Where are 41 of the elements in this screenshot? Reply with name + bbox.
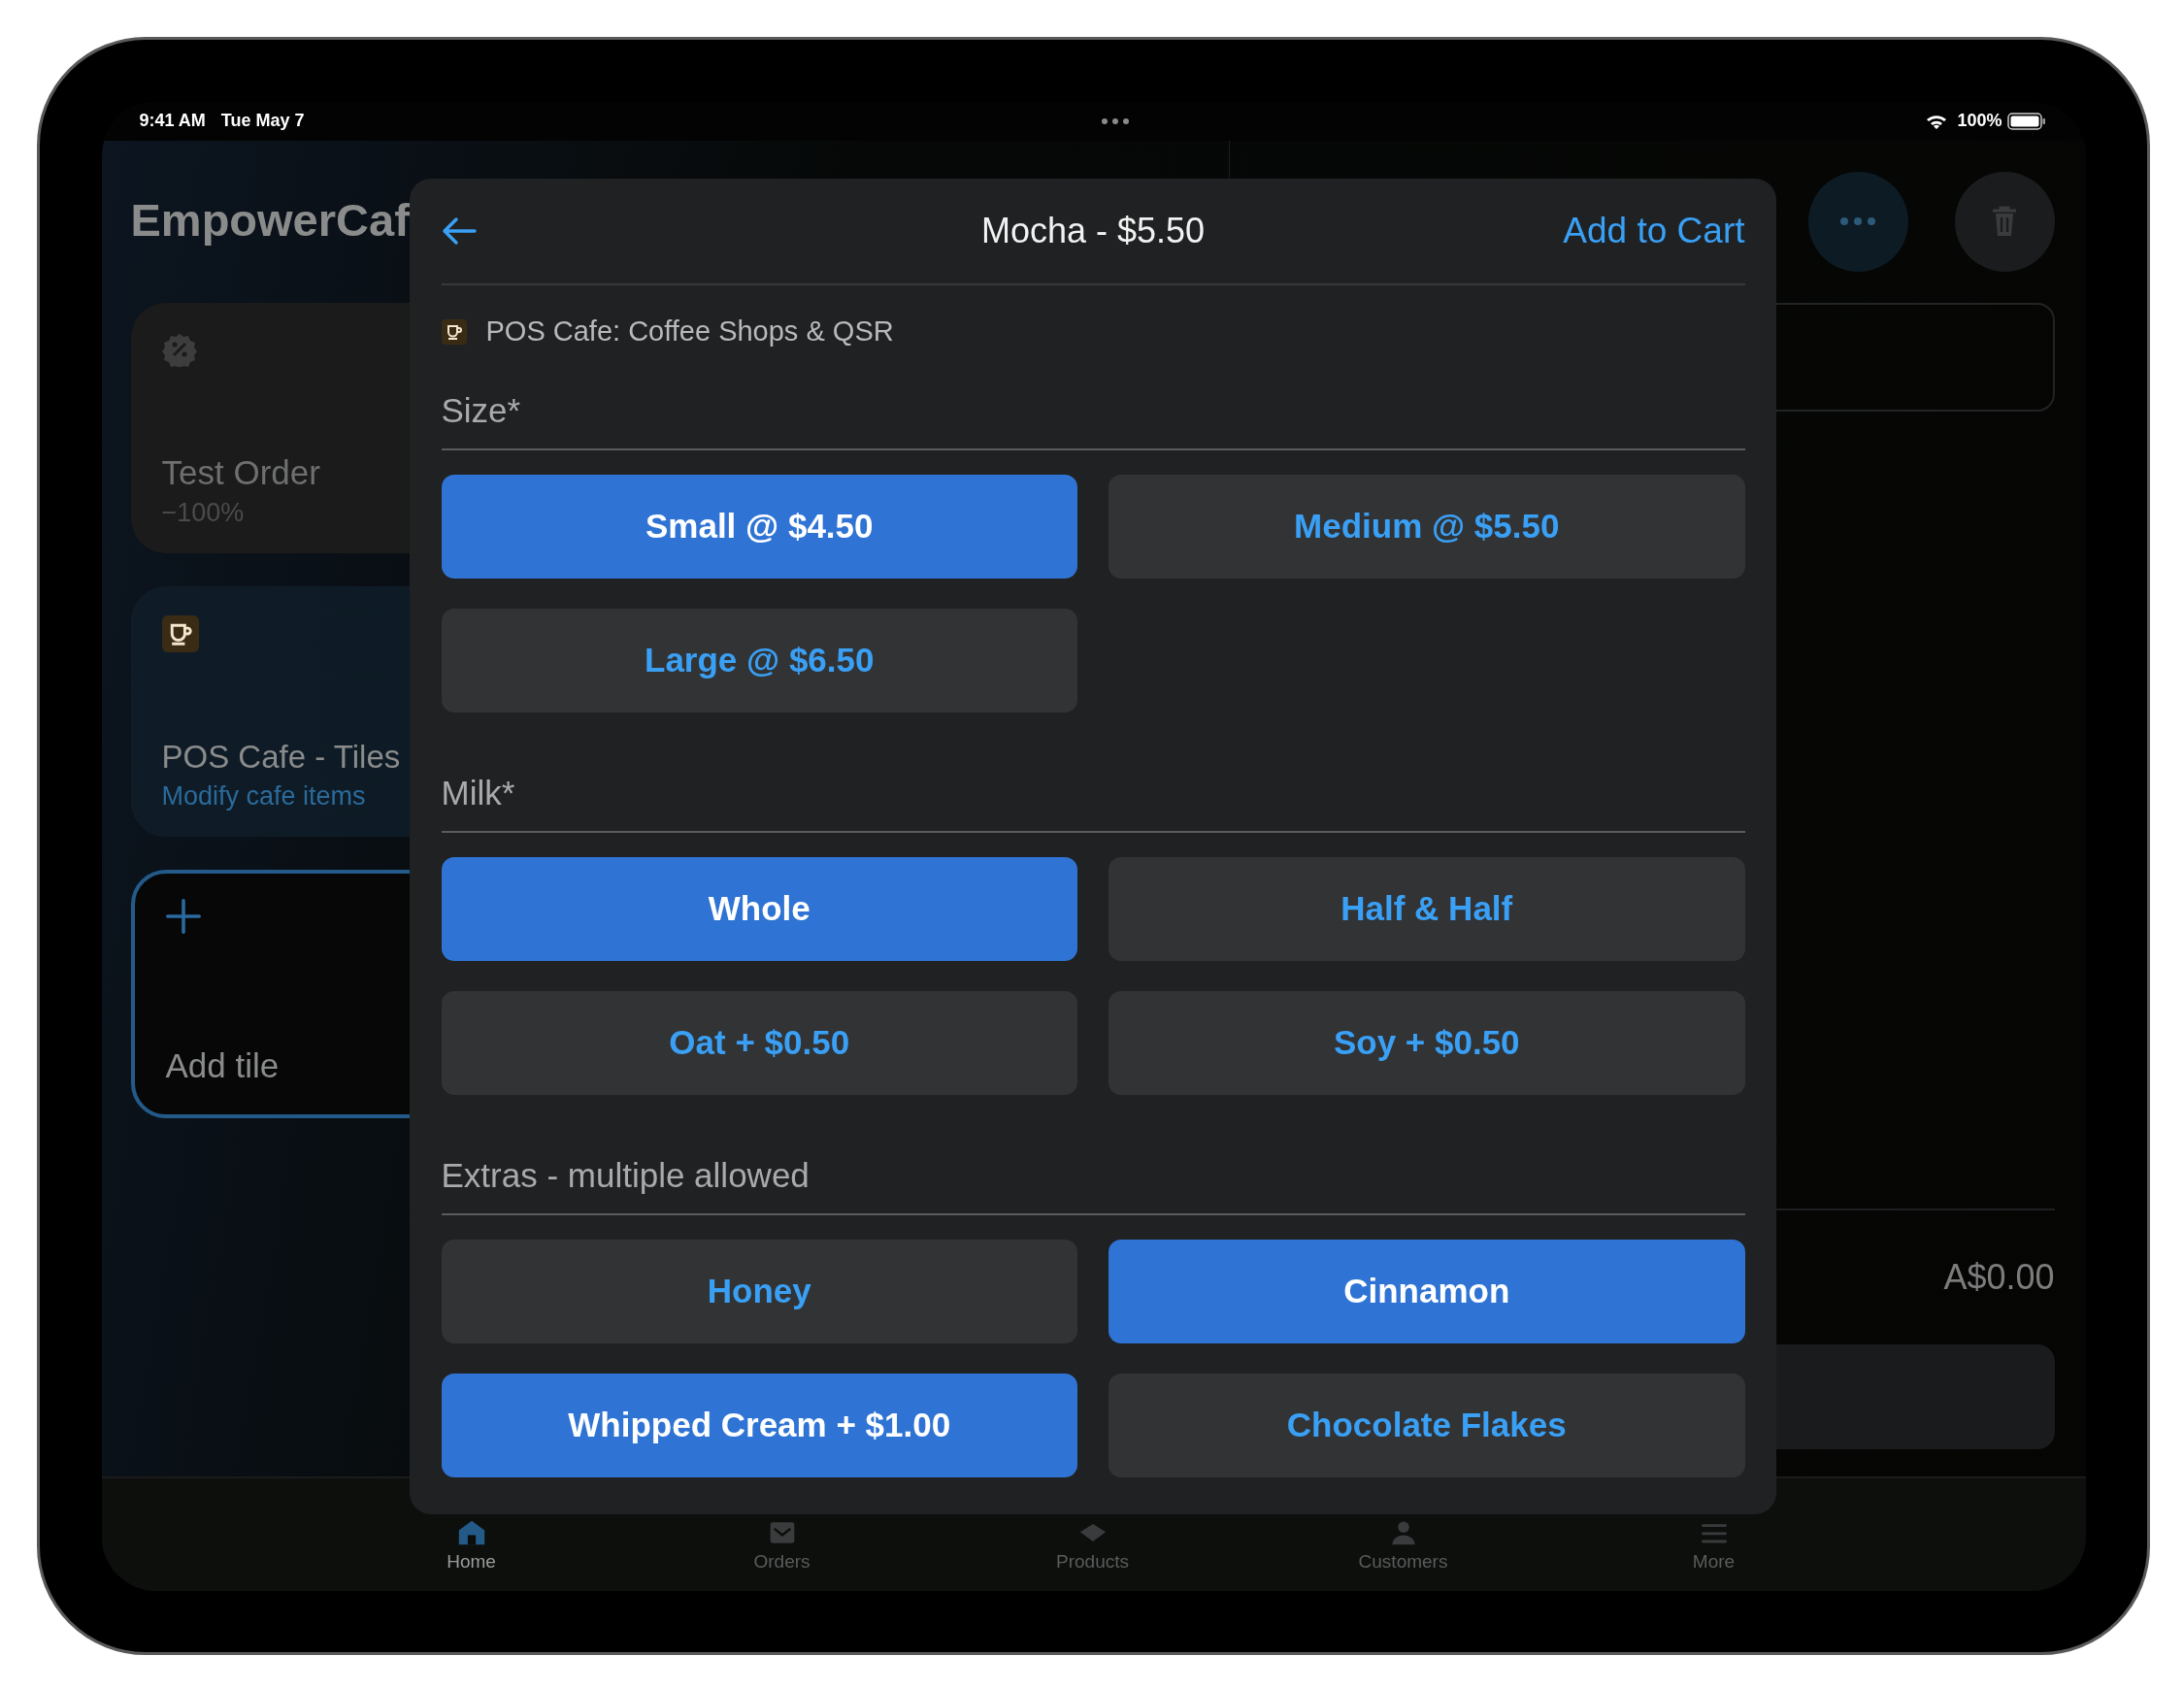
tile-subtitle: Modify cafe items — [161, 780, 366, 811]
section-heading: Extras - multiple allowed — [441, 1146, 1745, 1215]
option-button[interactable]: Medium @ $5.50 — [1109, 474, 1745, 579]
tab-label: Products — [1056, 1550, 1129, 1573]
tab-label: More — [1692, 1550, 1736, 1573]
option-button[interactable]: Whipped Cream + $1.00 — [441, 1373, 1077, 1477]
trash-icon — [1991, 205, 2018, 238]
option-button[interactable]: Oat + $0.50 — [441, 990, 1077, 1095]
plus-icon — [165, 898, 201, 934]
tile-title: Test Order — [161, 452, 320, 492]
tile-title: Add tile — [165, 1045, 280, 1085]
more-icon — [1838, 216, 1877, 226]
dots-icon — [1101, 116, 1130, 125]
option-button[interactable]: Cinnamon — [1109, 1239, 1745, 1343]
coffee-cup-icon — [161, 614, 199, 652]
option-button[interactable]: Chocolate Flakes — [1109, 1373, 1745, 1477]
tile-title: POS Cafe - Tiles — [161, 738, 401, 776]
option-button[interactable]: Whole — [441, 856, 1077, 961]
section-heading: Size* — [441, 381, 1745, 450]
option-button[interactable]: Soy + $0.50 — [1109, 990, 1745, 1095]
status-time: 9:41 AM — [139, 111, 206, 131]
battery-icon — [2007, 112, 2047, 130]
cart-total: A$0.00 — [1943, 1256, 2055, 1298]
discount-badge-icon — [161, 331, 197, 367]
sheet-title: Mocha - $5.50 — [980, 210, 1206, 251]
tab-label: Customers — [1358, 1550, 1448, 1573]
wifi-icon — [1926, 113, 1948, 129]
house-icon — [456, 1518, 486, 1546]
option-button[interactable]: Half & Half — [1109, 856, 1745, 961]
add-to-cart-button[interactable]: Add to Cart — [1563, 210, 1745, 251]
option-button[interactable]: Large @ $6.50 — [441, 608, 1077, 712]
tab-label: Home — [447, 1550, 496, 1573]
battery-level: 100% — [1957, 111, 2002, 131]
app-title: EmpowerCaf — [130, 192, 410, 248]
status-date: Tue May 7 — [220, 111, 305, 131]
tab-label: Orders — [753, 1550, 811, 1573]
section-heading: Milk* — [441, 764, 1745, 833]
back-arrow-icon[interactable] — [441, 215, 477, 246]
coffee-cup-icon — [441, 318, 467, 345]
option-button[interactable]: Honey — [441, 1239, 1077, 1343]
option-button[interactable]: Small @ $4.50 — [441, 474, 1077, 579]
